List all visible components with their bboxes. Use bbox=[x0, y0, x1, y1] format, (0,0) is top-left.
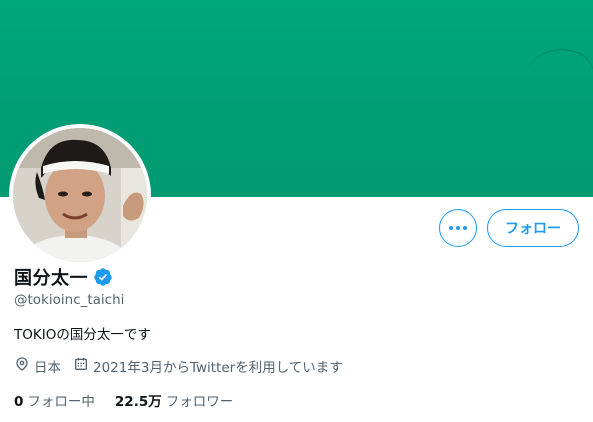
display-name: 国分太一 bbox=[14, 268, 88, 289]
followers-label: フォロワー bbox=[165, 394, 234, 410]
avatar[interactable] bbox=[13, 128, 147, 262]
name-row: 国分太一 bbox=[14, 265, 113, 289]
location-pin-icon bbox=[14, 356, 34, 376]
more-options-button[interactable] bbox=[439, 209, 477, 247]
profile-page: フォロー 国分太一 @tokioinc_taichi TOKIOの国分太一です … bbox=[0, 0, 593, 422]
following-stat[interactable]: 0 フォロー中 bbox=[14, 390, 95, 410]
more-dots-icon bbox=[449, 226, 467, 230]
following-label: フォロー中 bbox=[27, 394, 95, 410]
joined-item: 2021年3月からTwitterを利用しています bbox=[73, 356, 343, 376]
location-item: 日本 bbox=[14, 356, 61, 376]
followers-count: 22.5万 bbox=[114, 394, 162, 410]
profile-meta: 日本 2021年3月からTwitterを利用しています bbox=[14, 356, 355, 376]
following-count: 0 bbox=[14, 394, 24, 410]
user-handle: @tokioinc_taichi bbox=[14, 292, 125, 308]
followers-stat[interactable]: 22.5万 フォロワー bbox=[115, 390, 233, 410]
location-text: 日本 bbox=[34, 360, 61, 376]
joined-text: 2021年3月からTwitterを利用しています bbox=[93, 360, 343, 376]
calendar-icon bbox=[73, 356, 93, 376]
follow-stats: 0 フォロー中 22.5万 フォロワー bbox=[14, 390, 253, 410]
verified-badge-icon bbox=[93, 267, 113, 287]
follow-button[interactable]: フォロー bbox=[487, 209, 579, 247]
avatar-frame bbox=[9, 124, 151, 266]
profile-bio: TOKIOの国分太一です bbox=[14, 327, 151, 343]
